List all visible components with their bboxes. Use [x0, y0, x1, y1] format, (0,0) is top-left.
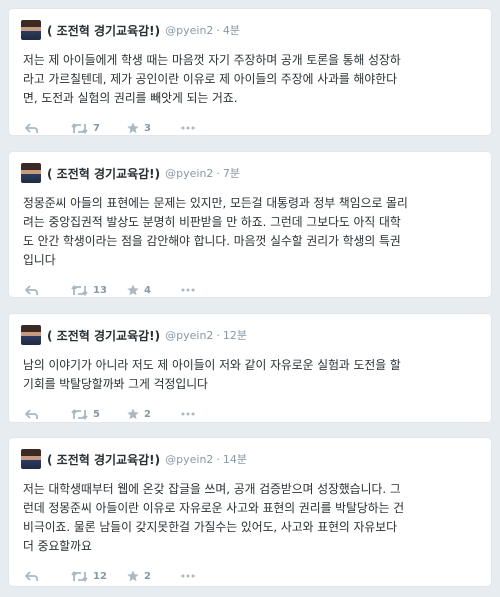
favorite-button[interactable]: 3 [127, 122, 181, 134]
star-icon [127, 408, 139, 420]
reply-button[interactable] [21, 570, 71, 582]
more-button[interactable] [181, 412, 211, 416]
timestamp[interactable]: 7분 [223, 165, 240, 181]
more-button[interactable] [181, 126, 211, 130]
retweet-icon [71, 408, 88, 420]
retweet-button[interactable]: 7 [71, 123, 127, 134]
reply-icon [25, 570, 38, 581]
handle[interactable]: @pyein2 [165, 167, 213, 180]
retweet-icon [71, 570, 88, 582]
avatar[interactable] [21, 325, 41, 345]
handle[interactable]: @pyein2 [165, 453, 213, 466]
handle[interactable]: @pyein2 [165, 329, 213, 342]
tweet-header: ( 조전혁 경기교육감!) @pyein2 · 12분 [21, 324, 479, 346]
tweet-actions: 7 3 [21, 114, 479, 142]
retweet-icon [71, 284, 88, 296]
more-dots-icon [181, 288, 195, 292]
more-button[interactable] [181, 288, 211, 292]
reply-icon [25, 408, 38, 419]
tweet-actions: 12 2 [21, 562, 479, 590]
favorite-button[interactable]: 2 [127, 408, 181, 420]
more-dots-icon [181, 412, 195, 416]
timestamp[interactable]: 14분 [223, 451, 247, 467]
timestamp[interactable]: 12분 [223, 327, 247, 343]
reply-button[interactable] [21, 122, 71, 134]
favorite-button[interactable]: 4 [127, 284, 181, 296]
star-icon [127, 284, 139, 296]
tweet-card[interactable]: ( 조전혁 경기교육감!) @pyein2 · 14분 저는 대학생때부터 웹에… [8, 437, 492, 587]
retweet-count: 7 [93, 122, 100, 134]
tweet-text: 저는 제 아이들에게 학생 때는 마음껏 자기 주장하며 공개 토론을 통해 성… [23, 53, 401, 105]
retweet-button[interactable]: 13 [71, 285, 127, 296]
tweet-actions: 13 4 [21, 276, 479, 304]
separator-dot: · [216, 166, 220, 180]
display-name[interactable]: ( 조전혁 경기교육감!) [47, 327, 160, 344]
retweet-count: 5 [93, 408, 100, 420]
reply-button[interactable] [21, 284, 71, 296]
favorite-button[interactable]: 2 [127, 570, 181, 582]
star-icon [127, 570, 139, 582]
avatar[interactable] [21, 163, 41, 183]
display-name[interactable]: ( 조전혁 경기교육감!) [47, 165, 160, 182]
favorite-count: 2 [144, 570, 151, 582]
separator-dot: · [216, 23, 220, 37]
tweet-card[interactable]: ( 조전혁 경기교육감!) @pyein2 · 12분 남의 이야기가 아니라 … [8, 313, 492, 423]
reply-icon [25, 122, 38, 133]
favorite-count: 2 [144, 408, 151, 420]
retweet-count: 12 [93, 570, 107, 582]
avatar[interactable] [21, 449, 41, 469]
tweet-card[interactable]: ( 조전혁 경기교육감!) @pyein2 · 7분 정몽준씨 아들의 표현에는… [8, 151, 492, 298]
display-name[interactable]: ( 조전혁 경기교육감!) [47, 451, 160, 468]
favorite-count: 3 [144, 122, 151, 134]
display-name[interactable]: ( 조전혁 경기교육감!) [47, 22, 160, 39]
handle[interactable]: @pyein2 [165, 24, 213, 37]
more-dots-icon [181, 574, 195, 578]
tweet-text: 정몽준씨 아들의 표현에는 문제는 있지만, 모든걸 대통령과 정부 책임으로 … [23, 196, 408, 267]
tweet-card[interactable]: ( 조전혁 경기교육감!) @pyein2 · 4분 저는 제 아이들에게 학생… [8, 8, 492, 136]
tweet-header: ( 조전혁 경기교육감!) @pyein2 · 14분 [21, 448, 479, 470]
retweet-count: 13 [93, 284, 107, 296]
separator-dot: · [216, 452, 220, 466]
retweet-button[interactable]: 5 [71, 409, 127, 420]
tweet-header: ( 조전혁 경기교육감!) @pyein2 · 4분 [21, 19, 479, 41]
tweet-header: ( 조전혁 경기교육감!) @pyein2 · 7분 [21, 162, 479, 184]
reply-icon [25, 284, 38, 295]
avatar[interactable] [21, 20, 41, 40]
timestamp[interactable]: 4분 [223, 22, 240, 38]
more-button[interactable] [181, 574, 211, 578]
tweet-text: 남의 이야기가 아니라 저도 제 아이들이 저와 같이 자유로운 실험과 도전을… [23, 358, 401, 391]
retweet-icon [71, 122, 88, 134]
favorite-count: 4 [144, 284, 151, 296]
separator-dot: · [216, 328, 220, 342]
more-dots-icon [181, 126, 195, 130]
tweet-text: 저는 대학생때부터 웹에 온갖 잡글을 쓰며, 공개 검증받으며 성장했습니다.… [23, 482, 405, 553]
retweet-button[interactable]: 12 [71, 571, 127, 582]
reply-button[interactable] [21, 408, 71, 420]
star-icon [127, 122, 139, 134]
tweet-actions: 5 2 [21, 400, 479, 428]
